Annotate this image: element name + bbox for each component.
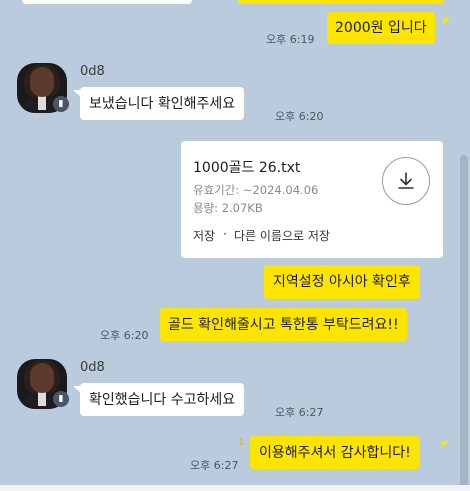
save-button[interactable]: 저장 <box>193 227 215 244</box>
profile-badge-icon: ▮ <box>53 391 69 407</box>
save-as-button[interactable]: 다른 이름으로 저장 <box>234 227 330 244</box>
file-name[interactable]: 1000골드 26.txt <box>193 157 300 177</box>
message-time: 오후 6:20 <box>100 329 149 342</box>
scrollbar[interactable] <box>460 155 468 490</box>
message-bubble[interactable]: 확인했습니다 수고하세요 <box>80 383 245 416</box>
file-size: 용량: 2.07KB <box>193 201 263 215</box>
chat-area[interactable]: 오후 6:19 2000원 입니다 ▮ 0d8 보냈습니다 확인해주세요 오후 … <box>0 0 470 491</box>
file-attachment[interactable]: 1000골드 26.txt 유효기간: ~2024.04.06 용량: 2.07… <box>181 141 443 258</box>
message-bubble[interactable]: 2000원 입니다 <box>327 12 435 44</box>
message-text: 지역설정 아시아 확인후 <box>273 274 411 290</box>
message-text: 확인했습니다 수고하세요 <box>89 391 236 408</box>
message-bubble[interactable]: 보냈습니다 확인해주세요 <box>80 87 245 120</box>
bubble-tail <box>442 441 449 447</box>
profile-badge-icon: ▮ <box>53 96 69 112</box>
file-expiry: 유효기간: ~2024.04.06 <box>193 183 319 197</box>
sender-name: 0d8 <box>80 64 105 79</box>
message-text: 골드 확인해줄시고 톡한통 부탁드려요!! <box>168 316 399 333</box>
bubble-tail <box>443 18 450 24</box>
message-time: 오후 6:20 <box>275 110 324 123</box>
partial-message-bubble <box>238 0 444 4</box>
message-time: 오후 6:19 <box>266 33 315 46</box>
message-bubble[interactable]: 지역설정 아시아 확인후 <box>264 265 420 299</box>
separator: · <box>223 227 227 241</box>
message-time: 오후 6:27 <box>275 406 324 419</box>
bubble-tail <box>73 386 80 392</box>
download-icon <box>398 172 414 189</box>
download-button[interactable] <box>382 157 430 205</box>
sender-name: 0d8 <box>80 360 105 375</box>
bubble-tail <box>73 90 80 96</box>
message-bubble[interactable]: 골드 확인해줄시고 톡한통 부탁드려요!! <box>160 308 407 341</box>
message-text: 보냈습니다 확인해주세요 <box>89 95 236 112</box>
message-text: 2000원 입니다 <box>335 20 427 36</box>
input-area-edge <box>0 485 470 491</box>
partial-message-bubble <box>22 0 192 4</box>
unread-count: 1 <box>238 437 245 448</box>
message-time: 오후 6:27 <box>190 459 239 472</box>
message-text: 이용해주셔서 감사합니다! <box>259 444 411 461</box>
message-bubble[interactable]: 이용해주셔서 감사합니다! <box>250 436 420 469</box>
